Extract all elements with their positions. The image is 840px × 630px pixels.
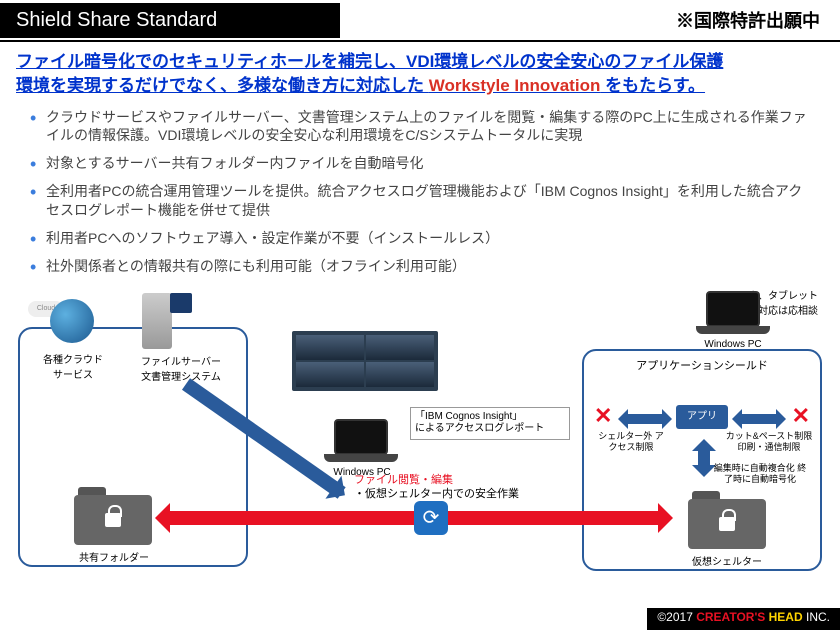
page-title: Shield Share Standard [0, 3, 340, 38]
globe-icon [50, 299, 94, 343]
cognos-label: 「IBM Cognos Insight」 によるアクセスログレポート [410, 407, 570, 440]
app-shield-title: アプリケーションシールド [584, 357, 820, 373]
arrow-right-icon [738, 414, 780, 424]
subtitle-red: Workstyle Innovation [429, 76, 601, 95]
lock-icon [105, 513, 121, 527]
cloud-label: 各種クラウド サービス [28, 351, 118, 381]
laptop-center-icon [324, 419, 398, 467]
bullet-item: クラウドサービスやファイルサーバー、文書管理システム上のファイルを閲覧・編集する… [30, 108, 810, 146]
cut-paste-label: カット&ペースト制限 印刷・通信制限 [724, 431, 814, 453]
laptop-right-icon [696, 291, 770, 339]
mid-caption: ファイル閲覧・編集 ・仮想シェルター内での安全作業 [354, 473, 519, 502]
copyright: ©2017 [657, 610, 696, 624]
brand-c: INC. [803, 610, 830, 624]
architecture-diagram: アプリケーションシールド アプリ ✕ ✕ シェルター外 アクセス制限 カット&ペ… [14, 287, 826, 597]
shared-folder-label: 共有フォルダー [72, 549, 156, 564]
cloud-services-icon: Cloud [32, 291, 112, 347]
patent-notice: ※国際特許出願中 [676, 7, 840, 33]
bullet-list: クラウドサービスやファイルサーバー、文書管理システム上のファイルを閲覧・編集する… [0, 102, 840, 287]
subtitle-line-b-pre: 環境を実現するだけでなく、多様な働き方に対応した [16, 76, 429, 95]
pc-right-label: Windows PC [688, 339, 778, 350]
subtitle-line-b-post: をもたらす。 [600, 76, 705, 95]
bullet-item: 社外関係者との情報共有の際にも利用可能（オフライン利用可能） [30, 257, 810, 276]
bullet-item: 全利用者PCの統合運用管理ツールを提供。統合アクセスログ管理機能および「IBM … [30, 182, 810, 220]
sync-icon: ⟳ [414, 501, 448, 535]
subtitle: ファイル暗号化でのセキュリティホールを補完し、VDI環境レベルの安全安心のファイ… [0, 42, 840, 102]
shared-folder-icon [74, 487, 152, 545]
bullet-item: 対象とするサーバー共有フォルダー内ファイルを自動暗号化 [30, 154, 810, 173]
footer: ©2017 CREATOR'S HEAD INC. [647, 608, 840, 630]
bullet-item: 利用者PCへのソフトウェア導入・設定作業が不要（インストールレス） [30, 229, 810, 248]
arrow-left-icon [624, 414, 666, 424]
server-label: ファイルサーバー 文書管理システム [126, 353, 236, 383]
header-bar: Shield Share Standard ※国際特許出願中 [0, 0, 840, 40]
virtual-shelter-label: 仮想シェルター [682, 553, 772, 568]
mid-red-text: ファイル閲覧・編集 [354, 473, 519, 487]
dashboard-thumb-icon [292, 331, 438, 391]
auto-enc-label: 編集時に自動複合化 終了時に自動暗号化 [710, 463, 810, 485]
lock-icon [719, 517, 735, 531]
app-core-badge: アプリ [676, 405, 728, 429]
subtitle-line-a: ファイル暗号化でのセキュリティホールを補完し、VDI環境レベルの安全安心のファイ… [16, 52, 723, 71]
shelter-out-label: シェルター外 アクセス制限 [596, 431, 666, 453]
brand-b: HEAD [769, 610, 803, 624]
file-server-icon [142, 293, 198, 353]
arrow-down-icon [698, 445, 710, 471]
brand-a: CREATOR'S [696, 610, 768, 624]
virtual-shelter-icon [688, 491, 766, 549]
mid-black-text: ・仮想シェルター内での安全作業 [354, 487, 519, 501]
